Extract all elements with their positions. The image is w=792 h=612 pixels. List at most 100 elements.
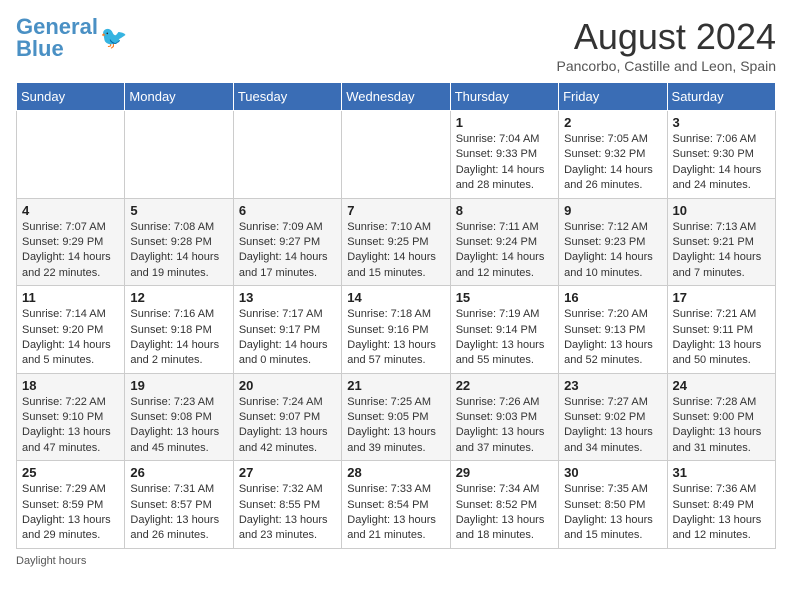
day-number: 6: [239, 203, 336, 218]
table-row: 5 Sunrise: 7:08 AM Sunset: 9:28 PM Daylig…: [125, 198, 233, 286]
day-number: 14: [347, 290, 444, 305]
day-number: 22: [456, 378, 553, 393]
table-row: [125, 111, 233, 199]
header-monday: Monday: [125, 83, 233, 111]
footer-note: Daylight hours: [16, 555, 776, 567]
day-number: 18: [22, 378, 119, 393]
day-info: Sunrise: 7:08 AM Sunset: 9:28 PM Dayligh…: [130, 220, 227, 282]
day-number: 27: [239, 465, 336, 480]
calendar-week-row: 4 Sunrise: 7:07 AM Sunset: 9:29 PM Daylig…: [17, 198, 776, 286]
logo-text: GeneralBlue: [16, 16, 98, 60]
day-number: 13: [239, 290, 336, 305]
day-number: 16: [564, 290, 661, 305]
table-row: 23 Sunrise: 7:27 AM Sunset: 9:02 PM Dayli…: [559, 373, 667, 461]
table-row: 2 Sunrise: 7:05 AM Sunset: 9:32 PM Daylig…: [559, 111, 667, 199]
table-row: 6 Sunrise: 7:09 AM Sunset: 9:27 PM Daylig…: [233, 198, 341, 286]
day-info: Sunrise: 7:19 AM Sunset: 9:14 PM Dayligh…: [456, 307, 553, 369]
day-number: 12: [130, 290, 227, 305]
table-row: [233, 111, 341, 199]
header-tuesday: Tuesday: [233, 83, 341, 111]
day-info: Sunrise: 7:05 AM Sunset: 9:32 PM Dayligh…: [564, 132, 661, 194]
table-row: 27 Sunrise: 7:32 AM Sunset: 8:55 PM Dayli…: [233, 461, 341, 549]
day-info: Sunrise: 7:26 AM Sunset: 9:03 PM Dayligh…: [456, 395, 553, 457]
day-info: Sunrise: 7:13 AM Sunset: 9:21 PM Dayligh…: [673, 220, 770, 282]
page-header: GeneralBlue 🐦 August 2024 Pancorbo, Cast…: [16, 16, 776, 74]
day-info: Sunrise: 7:11 AM Sunset: 9:24 PM Dayligh…: [456, 220, 553, 282]
table-row: 31 Sunrise: 7:36 AM Sunset: 8:49 PM Dayli…: [667, 461, 775, 549]
day-info: Sunrise: 7:18 AM Sunset: 9:16 PM Dayligh…: [347, 307, 444, 369]
day-info: Sunrise: 7:20 AM Sunset: 9:13 PM Dayligh…: [564, 307, 661, 369]
table-row: 24 Sunrise: 7:28 AM Sunset: 9:00 PM Dayli…: [667, 373, 775, 461]
table-row: 11 Sunrise: 7:14 AM Sunset: 9:20 PM Dayli…: [17, 286, 125, 374]
calendar-week-row: 11 Sunrise: 7:14 AM Sunset: 9:20 PM Dayli…: [17, 286, 776, 374]
day-number: 19: [130, 378, 227, 393]
day-info: Sunrise: 7:21 AM Sunset: 9:11 PM Dayligh…: [673, 307, 770, 369]
day-number: 4: [22, 203, 119, 218]
table-row: 19 Sunrise: 7:23 AM Sunset: 9:08 PM Dayli…: [125, 373, 233, 461]
day-info: Sunrise: 7:06 AM Sunset: 9:30 PM Dayligh…: [673, 132, 770, 194]
day-info: Sunrise: 7:16 AM Sunset: 9:18 PM Dayligh…: [130, 307, 227, 369]
day-info: Sunrise: 7:33 AM Sunset: 8:54 PM Dayligh…: [347, 482, 444, 544]
day-number: 5: [130, 203, 227, 218]
calendar-header-row: Sunday Monday Tuesday Wednesday Thursday…: [17, 83, 776, 111]
table-row: 29Sunrise: 7:34 AM Sunset: 8:52 PM Dayli…: [450, 461, 558, 549]
day-number: 24: [673, 378, 770, 393]
table-row: [17, 111, 125, 199]
month-title: August 2024: [557, 16, 776, 58]
day-info: Sunrise: 7:22 AM Sunset: 9:10 PM Dayligh…: [22, 395, 119, 457]
location: Pancorbo, Castille and Leon, Spain: [557, 58, 776, 74]
day-number: 25: [22, 465, 119, 480]
day-info: Sunrise: 7:29 AM Sunset: 8:59 PM Dayligh…: [22, 482, 119, 544]
header-thursday: Thursday: [450, 83, 558, 111]
day-info: Sunrise: 7:07 AM Sunset: 9:29 PM Dayligh…: [22, 220, 119, 282]
day-info: Sunrise: 7:36 AM Sunset: 8:49 PM Dayligh…: [673, 482, 770, 544]
day-number: 9: [564, 203, 661, 218]
day-info: Sunrise: 7:35 AM Sunset: 8:50 PM Dayligh…: [564, 482, 661, 544]
table-row: 8Sunrise: 7:11 AM Sunset: 9:24 PM Daylig…: [450, 198, 558, 286]
day-info: Sunrise: 7:28 AM Sunset: 9:00 PM Dayligh…: [673, 395, 770, 457]
day-info: Sunrise: 7:27 AM Sunset: 9:02 PM Dayligh…: [564, 395, 661, 457]
day-info: Sunrise: 7:23 AM Sunset: 9:08 PM Dayligh…: [130, 395, 227, 457]
table-row: 16 Sunrise: 7:20 AM Sunset: 9:13 PM Dayli…: [559, 286, 667, 374]
day-number: 20: [239, 378, 336, 393]
day-number: 2: [564, 115, 661, 130]
title-block: August 2024 Pancorbo, Castille and Leon,…: [557, 16, 776, 74]
table-row: 12 Sunrise: 7:16 AM Sunset: 9:18 PM Dayli…: [125, 286, 233, 374]
calendar-week-row: 1Sunrise: 7:04 AM Sunset: 9:33 PM Daylig…: [17, 111, 776, 199]
day-number: 15: [456, 290, 553, 305]
table-row: 14 Sunrise: 7:18 AM Sunset: 9:16 PM Dayli…: [342, 286, 450, 374]
table-row: 18 Sunrise: 7:22 AM Sunset: 9:10 PM Dayli…: [17, 373, 125, 461]
day-info: Sunrise: 7:32 AM Sunset: 8:55 PM Dayligh…: [239, 482, 336, 544]
day-info: Sunrise: 7:34 AM Sunset: 8:52 PM Dayligh…: [456, 482, 553, 544]
calendar-week-row: 25 Sunrise: 7:29 AM Sunset: 8:59 PM Dayli…: [17, 461, 776, 549]
day-info: Sunrise: 7:25 AM Sunset: 9:05 PM Dayligh…: [347, 395, 444, 457]
table-row: 3Sunrise: 7:06 AM Sunset: 9:30 PM Daylig…: [667, 111, 775, 199]
day-number: 1: [456, 115, 553, 130]
day-info: Sunrise: 7:09 AM Sunset: 9:27 PM Dayligh…: [239, 220, 336, 282]
day-number: 21: [347, 378, 444, 393]
day-number: 11: [22, 290, 119, 305]
table-row: 30 Sunrise: 7:35 AM Sunset: 8:50 PM Dayli…: [559, 461, 667, 549]
logo-bird-icon: 🐦: [100, 25, 127, 51]
day-info: Sunrise: 7:31 AM Sunset: 8:57 PM Dayligh…: [130, 482, 227, 544]
day-info: Sunrise: 7:10 AM Sunset: 9:25 PM Dayligh…: [347, 220, 444, 282]
calendar-week-row: 18 Sunrise: 7:22 AM Sunset: 9:10 PM Dayli…: [17, 373, 776, 461]
table-row: 15 Sunrise: 7:19 AM Sunset: 9:14 PM Dayli…: [450, 286, 558, 374]
day-info: Sunrise: 7:24 AM Sunset: 9:07 PM Dayligh…: [239, 395, 336, 457]
table-row: [342, 111, 450, 199]
header-wednesday: Wednesday: [342, 83, 450, 111]
header-saturday: Saturday: [667, 83, 775, 111]
day-number: 30: [564, 465, 661, 480]
day-number: 31: [673, 465, 770, 480]
calendar-table: Sunday Monday Tuesday Wednesday Thursday…: [16, 82, 776, 549]
day-info: Sunrise: 7:14 AM Sunset: 9:20 PM Dayligh…: [22, 307, 119, 369]
day-info: Sunrise: 7:17 AM Sunset: 9:17 PM Dayligh…: [239, 307, 336, 369]
table-row: 28Sunrise: 7:33 AM Sunset: 8:54 PM Dayli…: [342, 461, 450, 549]
table-row: 17Sunrise: 7:21 AM Sunset: 9:11 PM Dayli…: [667, 286, 775, 374]
day-info: Sunrise: 7:12 AM Sunset: 9:23 PM Dayligh…: [564, 220, 661, 282]
table-row: 13 Sunrise: 7:17 AM Sunset: 9:17 PM Dayli…: [233, 286, 341, 374]
table-row: 10Sunrise: 7:13 AM Sunset: 9:21 PM Dayli…: [667, 198, 775, 286]
day-number: 23: [564, 378, 661, 393]
table-row: 26Sunrise: 7:31 AM Sunset: 8:57 PM Dayli…: [125, 461, 233, 549]
table-row: 22 Sunrise: 7:26 AM Sunset: 9:03 PM Dayli…: [450, 373, 558, 461]
